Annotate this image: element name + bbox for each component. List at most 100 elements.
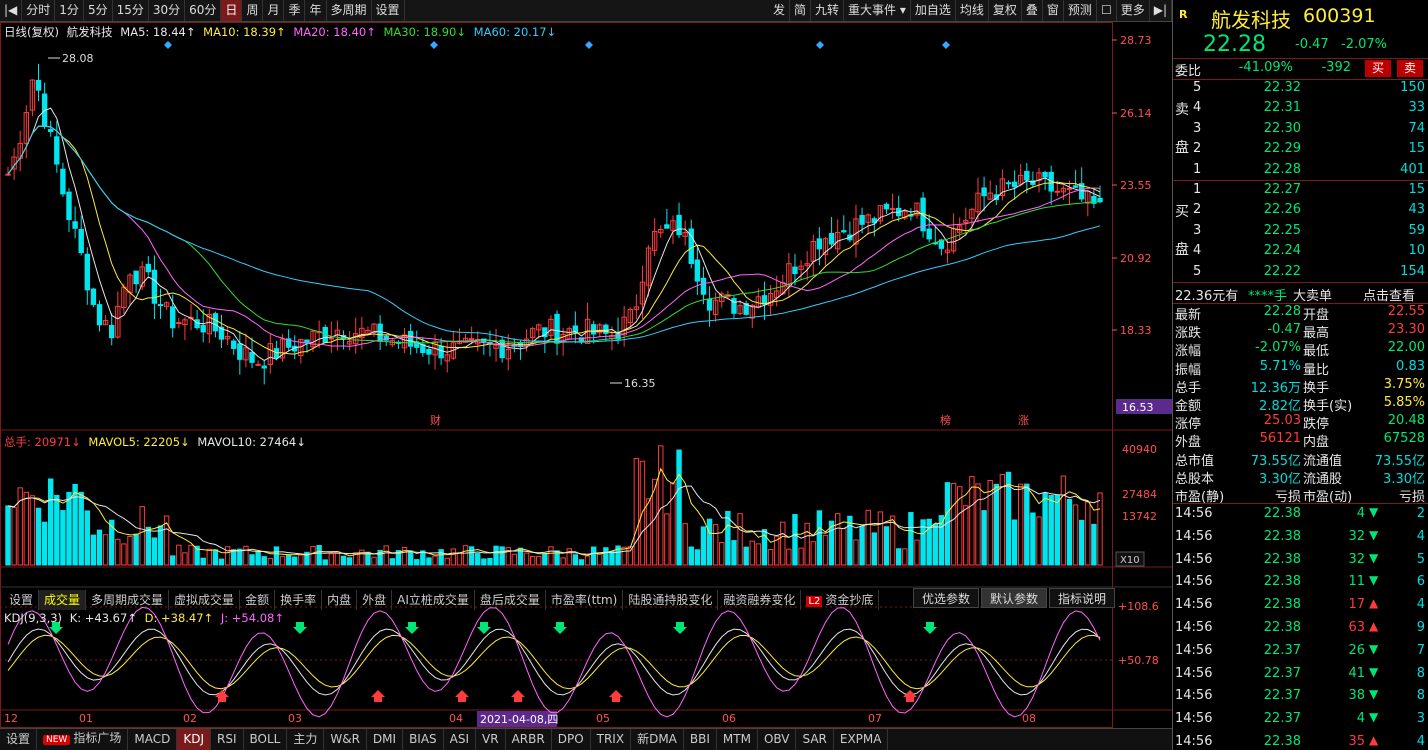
volume-bar xyxy=(859,525,865,566)
bottom-tab-w&r[interactable]: W&R xyxy=(324,729,367,750)
volume-bar xyxy=(645,498,652,566)
toolbar-btn-r9[interactable]: 窗 xyxy=(1043,0,1064,21)
volume-bar xyxy=(243,545,249,566)
bottom-tab-boll[interactable]: BOLL xyxy=(244,729,288,750)
bottom-tab-arbr[interactable]: ARBR xyxy=(506,729,552,750)
kline-tab-4[interactable]: 金额 xyxy=(240,590,276,610)
toolbar-btn-m6[interactable]: 60分 xyxy=(185,0,222,21)
event-diamond-icon[interactable] xyxy=(942,41,950,49)
bottom-tab-obv[interactable]: OBV xyxy=(758,729,797,750)
toolbar-btn-r7[interactable]: 复权 xyxy=(989,0,1022,21)
kline-tab-11[interactable]: 陆股通持股变化 xyxy=(623,590,719,610)
bottom-tab-指标广场[interactable]: NEW 指标广场 xyxy=(37,729,129,750)
sell-signal-arrow-icon xyxy=(923,622,937,634)
volume-bar xyxy=(804,522,810,566)
kline-tab-2[interactable]: 多周期成交量 xyxy=(86,590,170,610)
toolbar-btn-r6[interactable]: 均线 xyxy=(956,0,989,21)
tick-row: 14:56 22.37 4 ▼ 3 xyxy=(1173,709,1428,729)
big-order-link[interactable]: 点击查看 xyxy=(1363,285,1415,304)
arrow-up-icon: ▲ xyxy=(1369,619,1379,633)
bottom-tab-设置[interactable]: 设置 xyxy=(0,729,38,750)
event-diamond-icon[interactable] xyxy=(585,41,593,49)
bottom-tab-mtm[interactable]: MTM xyxy=(717,729,758,750)
bottom-tab-sar[interactable]: SAR xyxy=(796,729,834,750)
event-marker[interactable]: 涨 xyxy=(1018,414,1029,427)
toolbar-btn-r8[interactable]: 叠 xyxy=(1022,0,1043,21)
kline-tab-13[interactable]: L2 资金抄底 xyxy=(801,590,880,610)
toolbar-btn-r3[interactable]: 九转 xyxy=(811,0,844,21)
kline-tab-0[interactable]: 设置 xyxy=(4,590,40,610)
bottom-tab-macd[interactable]: MACD xyxy=(128,729,178,750)
event-diamond-icon[interactable] xyxy=(164,41,172,49)
event-marker[interactable]: 财 xyxy=(430,413,441,427)
kline-tab-8[interactable]: AI立桩成交量 xyxy=(392,590,475,610)
kdj-btn-0[interactable]: 优选参数 xyxy=(912,588,979,608)
toolbar-btn-r13[interactable]: ▶| xyxy=(1150,0,1172,21)
volume-bar xyxy=(218,558,225,566)
toolbar-btn-r11[interactable]: ☐ xyxy=(1097,0,1117,21)
toolbar-btn-m11[interactable]: 年 xyxy=(305,0,327,21)
toolbar-btn-m2[interactable]: 1分 xyxy=(55,0,84,21)
toolbar-btn-r12[interactable]: 更多 xyxy=(1117,0,1150,21)
toolbar-btn-r10[interactable]: 预测 xyxy=(1064,0,1097,21)
bottom-tab-dmi[interactable]: DMI xyxy=(367,729,404,750)
bottom-tab-vr[interactable]: VR xyxy=(476,729,506,750)
kline-tab-7[interactable]: 外盘 xyxy=(357,590,393,610)
event-diamond-icon[interactable] xyxy=(430,41,438,49)
stat-cell: 换手 xyxy=(1303,380,1330,396)
volume-bar xyxy=(170,555,176,566)
bottom-tab-rsi[interactable]: RSI xyxy=(211,729,244,750)
toolbar-btn-m4[interactable]: 15分 xyxy=(113,0,149,21)
volume-bar xyxy=(902,548,908,566)
kdj-d-label: D: +38.47↑ xyxy=(144,611,214,625)
toolbar-btn-m9[interactable]: 月 xyxy=(263,0,285,21)
toolbar-btn-r4[interactable]: 重大事件 ▾ xyxy=(844,0,911,21)
bottom-tab-kdj[interactable]: KDJ xyxy=(177,729,211,750)
toolbar-btn-r5[interactable]: 加自选 xyxy=(911,0,956,21)
candle-body xyxy=(1072,185,1079,188)
asks-row-1: 1 22.28 401 xyxy=(1173,161,1428,181)
toolbar-btn-m8[interactable]: 周 xyxy=(242,0,264,21)
kline-chart-area[interactable]: 28.73 26.14 23.55 20.92 18.33 16.53 40940 27484… xyxy=(0,22,1172,728)
bottom-tab-expma[interactable]: EXPMA xyxy=(834,729,889,750)
bottom-tab-bbi[interactable]: BBI xyxy=(684,729,717,750)
kdj-btn-2[interactable]: 指标说明 xyxy=(1048,588,1115,608)
sell-button[interactable]: 卖 xyxy=(1397,60,1423,77)
buy-button[interactable]: 买 xyxy=(1365,60,1391,77)
event-diamond-icon[interactable] xyxy=(816,41,824,49)
quote-header: R 航发科技 600391 xyxy=(1173,4,1428,32)
volume-bar xyxy=(468,546,475,566)
bottom-tab-主力[interactable]: 主力 xyxy=(287,729,325,750)
bottom-tab-asi[interactable]: ASI xyxy=(444,729,477,750)
toolbar-btn-r2[interactable]: 简 xyxy=(790,0,811,21)
weibi-label: 委比 xyxy=(1175,64,1202,79)
candle-body xyxy=(1005,182,1012,185)
volume-bar xyxy=(993,483,999,566)
kline-tab-12[interactable]: 融资融券变化 xyxy=(718,590,802,610)
toolbar-btn-m7[interactable]: 日 xyxy=(221,0,243,21)
toolbar-btn-m5[interactable]: 30分 xyxy=(149,0,186,21)
kline-tab-3[interactable]: 虚拟成交量 xyxy=(169,590,241,610)
event-marker[interactable]: 榜 xyxy=(940,413,951,427)
stat-row-4: 总手 12.36万 换手 3.75% xyxy=(1173,377,1428,396)
kline-tab-10[interactable]: 市盈率(ttm) xyxy=(546,590,624,610)
toolbar-btn-m13[interactable]: 设置 xyxy=(372,0,405,21)
kline-tab-6[interactable]: 内盘 xyxy=(322,590,358,610)
toolbar-btn-ctl[interactable]: |◀ xyxy=(0,0,23,21)
bottom-tab-bias[interactable]: BIAS xyxy=(403,729,444,750)
bottom-tab-新dma[interactable]: 新DMA xyxy=(631,729,684,750)
volume-bar xyxy=(523,552,530,566)
bottom-tab-dpo[interactable]: DPO xyxy=(552,729,591,750)
toolbar-btn-m12[interactable]: 多周期 xyxy=(327,0,372,21)
buy-signal-arrow-icon xyxy=(371,690,385,702)
toolbar-btn-m1[interactable]: 分时 xyxy=(22,0,56,21)
bottom-tab-trix[interactable]: TRIX xyxy=(591,729,632,750)
kline-tab-9[interactable]: 盘后成交量 xyxy=(475,590,546,610)
toolbar-btn-m10[interactable]: 季 xyxy=(284,0,306,21)
kline-tab-1[interactable]: 成交量 xyxy=(39,590,87,610)
kline-tab-5[interactable]: 换手率 xyxy=(275,590,323,610)
toolbar-btn-m3[interactable]: 5分 xyxy=(84,0,113,21)
toolbar-btn-r1[interactable]: 发 xyxy=(769,0,790,21)
kdj-btn-1[interactable]: 默认参数 xyxy=(980,588,1047,608)
quote-stock-name: 航发科技 xyxy=(1211,8,1291,32)
